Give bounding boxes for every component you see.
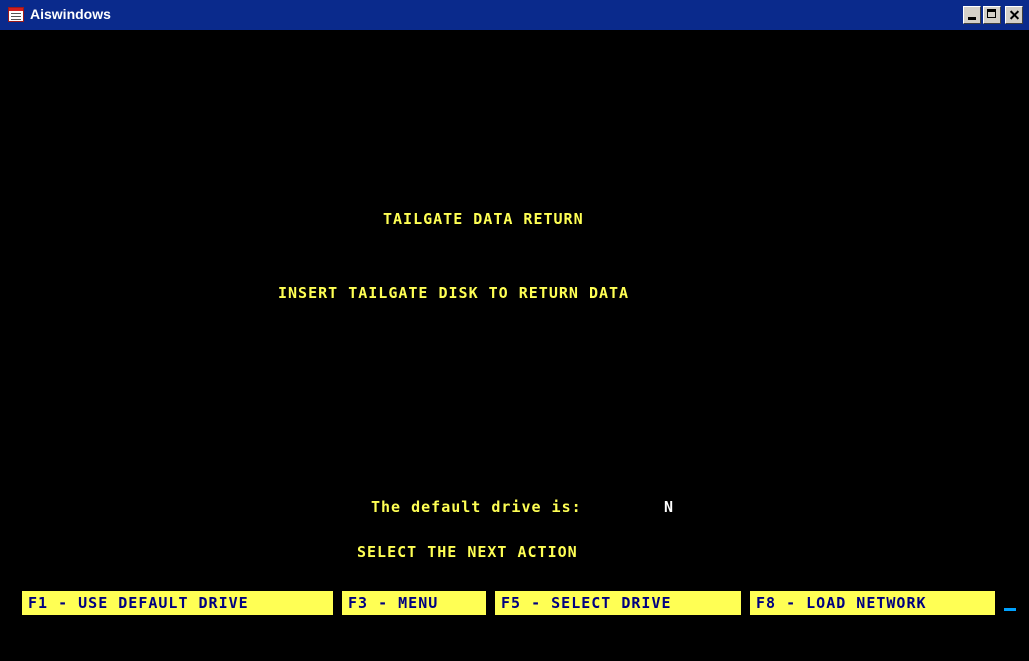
close-icon[interactable] [1005, 6, 1023, 24]
default-drive-value: N [664, 498, 675, 516]
window-controls [963, 6, 1023, 24]
maximize-icon[interactable] [983, 6, 1001, 24]
f3-menu-button[interactable]: F3 - MENU [342, 591, 486, 615]
app-window: Aiswindows TAILGATE DATA RETURN INSERT T… [0, 0, 1029, 661]
screen-instruction: INSERT TAILGATE DISK TO RETURN DATA [278, 284, 630, 302]
app-window-icon[interactable] [8, 7, 24, 22]
select-action-prompt: SELECT THE NEXT ACTION [357, 543, 578, 561]
console-screen[interactable]: TAILGATE DATA RETURN INSERT TAILGATE DIS… [8, 30, 1029, 661]
screen-heading: TAILGATE DATA RETURN [383, 210, 584, 228]
title-bar[interactable]: Aiswindows [0, 0, 1029, 30]
f1-use-default-drive-button[interactable]: F1 - USE DEFAULT DRIVE [22, 591, 333, 615]
f8-load-network-button[interactable]: F8 - LOAD NETWORK [750, 591, 995, 615]
f5-select-drive-button[interactable]: F5 - SELECT DRIVE [495, 591, 741, 615]
default-drive-label: The default drive is: [371, 498, 582, 516]
minimize-icon[interactable] [963, 6, 981, 24]
window-title: Aiswindows [30, 6, 111, 22]
text-cursor [1004, 608, 1016, 611]
